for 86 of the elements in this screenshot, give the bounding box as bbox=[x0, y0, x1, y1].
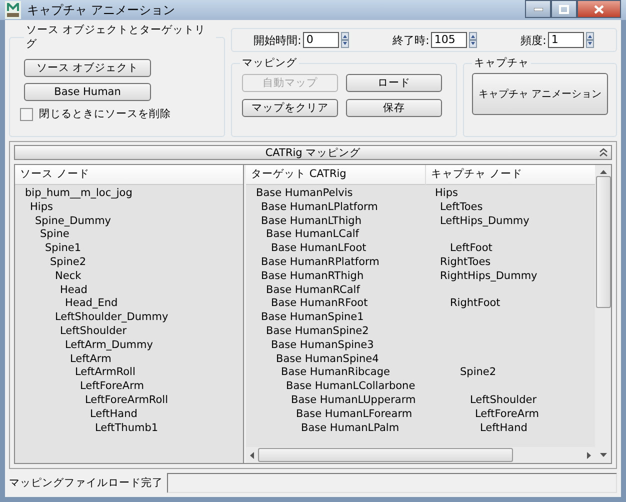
tree-item[interactable]: bip_hum__m_loc_jog bbox=[25, 187, 132, 199]
table-cell: LeftToes bbox=[440, 200, 483, 213]
tree-item[interactable]: LeftShoulder bbox=[60, 324, 127, 337]
mapping-button[interactable]: マップをクリア bbox=[242, 99, 338, 117]
tree-item[interactable]: Base HumanLCollarbone bbox=[286, 380, 416, 392]
mapping-button[interactable]: ロード bbox=[346, 74, 442, 92]
spinner-arrows-icon[interactable] bbox=[586, 32, 594, 48]
spinner-label: 終了時: bbox=[392, 32, 430, 48]
table-cell: Hips bbox=[435, 187, 458, 199]
table-cell: LeftForeArm bbox=[475, 408, 539, 420]
tree-item[interactable]: Base HumanLPlatform bbox=[261, 200, 378, 213]
collapse-icon[interactable] bbox=[599, 148, 608, 157]
table-cell: Spine2 bbox=[460, 366, 496, 378]
tree-item[interactable]: Head bbox=[60, 284, 88, 296]
table-cell: RightHips_Dummy bbox=[440, 270, 538, 282]
spinner-field[interactable]: 0 bbox=[303, 32, 340, 48]
column-header[interactable]: ターゲット CATRig bbox=[246, 165, 426, 185]
column-header[interactable]: ソース ノード bbox=[15, 165, 243, 185]
close-icon bbox=[594, 4, 604, 14]
table-cell: LeftHips_Dummy bbox=[440, 214, 530, 227]
tree-item[interactable]: LeftArm bbox=[70, 352, 112, 365]
tree-item[interactable]: LeftHand bbox=[90, 408, 138, 420]
spinner-field[interactable]: 105 bbox=[431, 32, 468, 48]
table-cell: LeftShoulder bbox=[470, 394, 537, 406]
spinner-label: 頻度: bbox=[520, 32, 546, 48]
table-cell: RightToes bbox=[440, 256, 491, 268]
tree-item[interactable]: Base HumanSpine2 bbox=[266, 324, 369, 337]
scroll-left-icon[interactable] bbox=[250, 452, 254, 458]
tree-item[interactable]: Hips bbox=[30, 200, 53, 213]
minimize-icon bbox=[534, 8, 542, 10]
group-title: ソース オブジェクトとターゲットリグ bbox=[25, 23, 206, 51]
tree-item[interactable]: Base HumanRFoot bbox=[271, 297, 368, 310]
window-title: キャプチャ アニメーション bbox=[27, 2, 175, 18]
tree-item[interactable]: LeftArm_Dummy bbox=[65, 338, 153, 351]
spinner-arrows-icon[interactable] bbox=[341, 32, 350, 48]
tree-item[interactable]: LeftForeArm bbox=[80, 380, 144, 392]
tree-item[interactable]: Base HumanRibcage bbox=[281, 366, 390, 378]
tree-item[interactable]: LeftShoulder_Dummy bbox=[55, 311, 168, 324]
checkbox-label: 閉じるときにソースを削除 bbox=[39, 107, 171, 121]
status-message: マッピングファイルロード完了 bbox=[9, 476, 163, 490]
source-object-button[interactable]: ソース オブジェクト bbox=[24, 59, 151, 77]
tree-item[interactable]: Base HumanRPlatform bbox=[261, 256, 380, 268]
column-header[interactable]: キャプチャ ノード bbox=[426, 165, 595, 185]
tree-item[interactable]: LeftThumb1 bbox=[95, 422, 158, 434]
tree-item[interactable]: Head_End bbox=[65, 297, 118, 310]
spinner-arrows-icon[interactable] bbox=[469, 32, 478, 48]
delete-source-checkbox[interactable] bbox=[20, 108, 33, 120]
tree-item[interactable]: Neck bbox=[55, 270, 82, 282]
tree-item[interactable]: Base HumanLUpperarm bbox=[291, 394, 416, 406]
close-button[interactable] bbox=[577, 0, 621, 18]
maximize-button[interactable] bbox=[551, 0, 577, 18]
scroll-up-icon[interactable] bbox=[600, 170, 606, 174]
tree-item[interactable]: Base HumanLCalf bbox=[266, 228, 360, 240]
spinner-label: 開始時間: bbox=[254, 32, 302, 48]
tree-item[interactable]: LeftArmRoll bbox=[75, 366, 136, 378]
table-cell: LeftHand bbox=[480, 422, 528, 434]
tree-item[interactable]: Spine1 bbox=[45, 242, 82, 254]
group-title: マッピング bbox=[241, 56, 298, 70]
horizontal-scrollbar[interactable] bbox=[246, 447, 595, 463]
tree-item[interactable]: Base HumanLThigh bbox=[261, 214, 362, 227]
tree-item[interactable]: Base HumanLFoot bbox=[271, 242, 366, 254]
tree-item[interactable]: Base HumanLPalm bbox=[301, 422, 400, 434]
minimize-button[interactable] bbox=[525, 0, 551, 18]
tree-item[interactable]: Base HumanSpine1 bbox=[261, 311, 364, 324]
maximize-icon bbox=[559, 4, 569, 14]
target-rig-button[interactable]: Base Human bbox=[24, 83, 151, 101]
table-cell: LeftFoot bbox=[450, 242, 492, 254]
vertical-scrollbar[interactable] bbox=[595, 165, 611, 463]
tree-item[interactable]: Base HumanRCalf bbox=[266, 284, 360, 296]
spinner-field[interactable]: 1 bbox=[548, 32, 584, 48]
tree-item[interactable]: Base HumanSpine3 bbox=[271, 338, 374, 351]
tree-item[interactable]: Base HumanPelvis bbox=[256, 187, 353, 199]
mapping-button[interactable]: 保存 bbox=[346, 99, 442, 117]
rollout-header[interactable]: CATRig マッピング bbox=[14, 145, 612, 160]
tree-item[interactable]: Base HumanLForearm bbox=[296, 408, 412, 420]
capture-animation-button[interactable]: キャプチャ アニメーション bbox=[472, 73, 608, 115]
scroll-down-icon[interactable] bbox=[600, 453, 606, 457]
tree-item[interactable]: Spine bbox=[40, 228, 70, 240]
tree-item[interactable]: Base HumanSpine4 bbox=[276, 352, 379, 365]
tree-item[interactable]: Spine_Dummy bbox=[35, 214, 112, 227]
scroll-right-icon[interactable] bbox=[587, 452, 591, 458]
tree-item[interactable]: LeftForeArmRoll bbox=[85, 394, 168, 406]
table-cell: RightFoot bbox=[450, 297, 500, 310]
tree-item[interactable]: Base HumanRThigh bbox=[261, 270, 364, 282]
tree-item[interactable]: Spine2 bbox=[50, 256, 86, 268]
group-title: キャプチャ bbox=[473, 56, 530, 70]
